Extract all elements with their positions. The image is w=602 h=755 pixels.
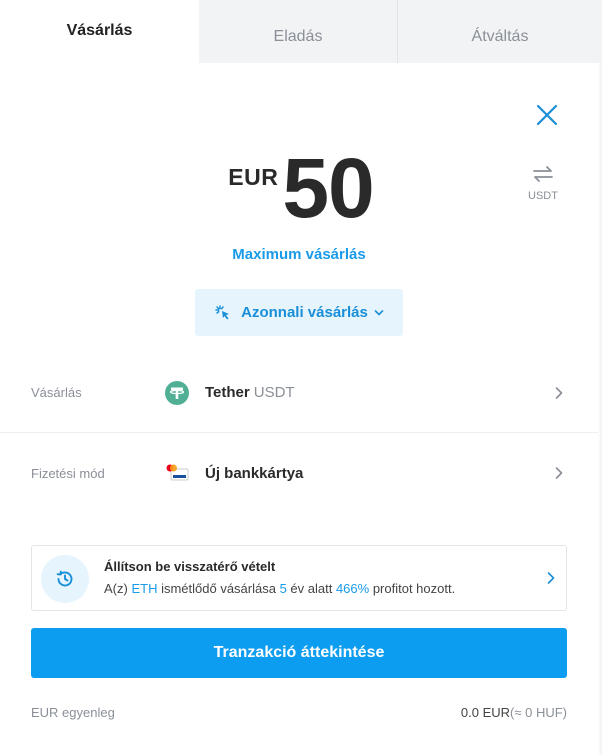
max-buy-link[interactable]: Maximum vásárlás bbox=[0, 246, 598, 263]
payment-method-label: Fizetési mód bbox=[31, 465, 105, 481]
history-icon-wrap bbox=[41, 555, 89, 603]
history-icon bbox=[56, 570, 73, 587]
buy-asset-row[interactable]: Vásárlás Tether USDT bbox=[0, 353, 598, 433]
buy-asset-name: Tether USDT bbox=[205, 384, 295, 401]
instant-buy-dropdown[interactable]: Azonnali vásárlás bbox=[195, 289, 403, 336]
amount-display[interactable]: EUR 50 bbox=[0, 140, 602, 236]
bank-card-icon bbox=[166, 464, 189, 481]
instant-click-icon bbox=[215, 304, 230, 319]
chevron-right-icon bbox=[547, 572, 555, 584]
chevron-right-icon bbox=[555, 386, 563, 399]
tab-buy[interactable]: Vásárlás bbox=[0, 0, 199, 63]
payment-method-name: Új bankkártya bbox=[205, 464, 304, 482]
buy-asset-label: Vásárlás bbox=[31, 385, 82, 400]
review-transaction-button[interactable]: Tranzakció áttekintése bbox=[31, 628, 567, 678]
chevron-right-icon bbox=[555, 467, 563, 479]
amount-value[interactable]: 50 bbox=[282, 140, 374, 236]
swap-currency-label: USDT bbox=[528, 190, 558, 202]
balance-value: 0.0 EUR(≈ 0 HUF) bbox=[460, 705, 567, 720]
close-icon[interactable] bbox=[534, 102, 560, 128]
recurring-buy-card[interactable]: Állítson be visszatérő vételt A(z) ETH i… bbox=[31, 545, 567, 611]
recurring-buy-text: A(z) ETH ismétlődő vásárlása 5 év alatt … bbox=[104, 581, 456, 596]
swap-arrows-icon bbox=[533, 166, 553, 182]
recurring-buy-title: Állítson be visszatérő vételt bbox=[104, 559, 276, 574]
swap-currency-button[interactable]: USDT bbox=[520, 165, 566, 202]
amount-currency: EUR bbox=[228, 164, 279, 190]
tab-sell[interactable]: Eladás bbox=[199, 0, 398, 63]
balance-label: EUR egyenleg bbox=[31, 705, 115, 720]
payment-method-row[interactable]: Fizetési mód Új bankkártya bbox=[0, 433, 598, 513]
chevron-down-icon bbox=[374, 309, 384, 315]
instant-buy-label: Azonnali vásárlás bbox=[241, 304, 368, 321]
tether-icon bbox=[165, 380, 189, 405]
balance-converted: (≈ 0 HUF) bbox=[510, 705, 567, 720]
tab-bar: Vásárlás Eladás Átváltás bbox=[0, 0, 602, 63]
buy-asset-ticker: USDT bbox=[253, 384, 295, 401]
tab-convert[interactable]: Átváltás bbox=[398, 0, 602, 63]
